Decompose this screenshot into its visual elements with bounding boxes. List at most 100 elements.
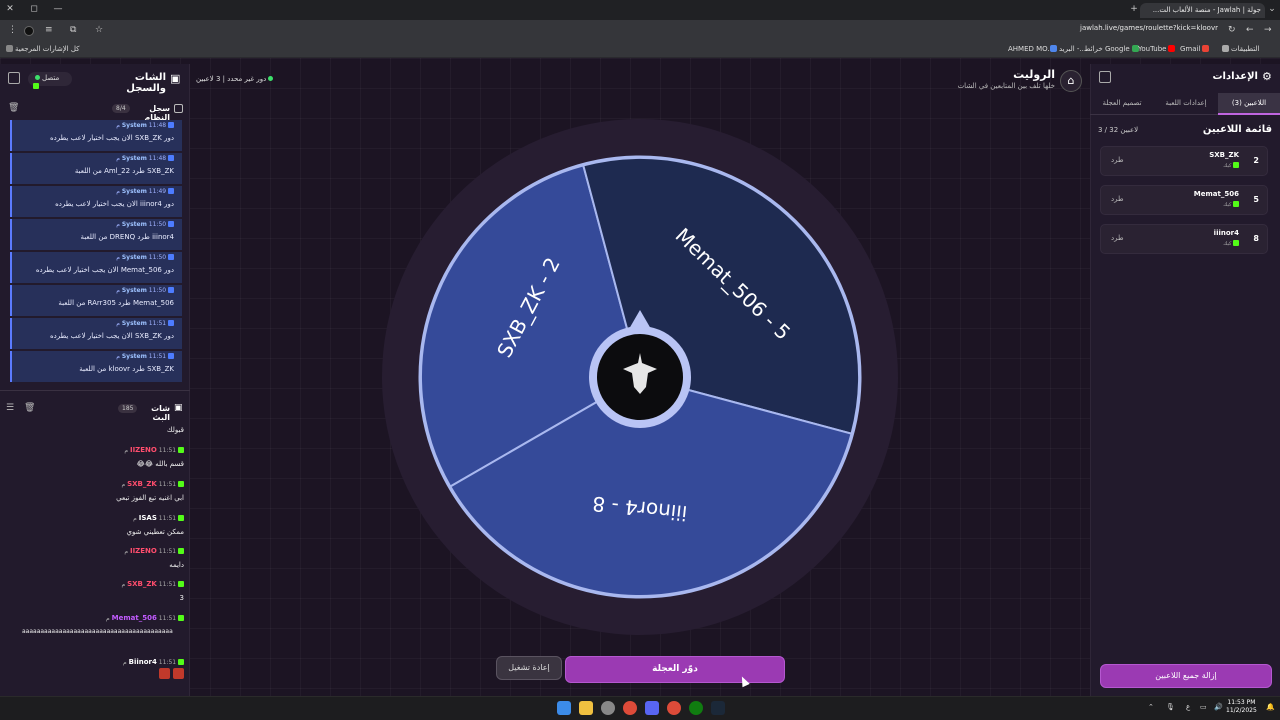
reset-button[interactable]: إعادة تشغيل	[496, 656, 562, 680]
players-status: 3 لاعبين	[196, 75, 221, 83]
minimize-window-icon[interactable]: —	[52, 4, 64, 14]
log-entry: System 11:50 م iiinor4 طرد DRENQ من اللعب…	[10, 219, 182, 250]
gmail-icon	[1202, 45, 1210, 52]
tab-search-icon[interactable]: ⌄	[1266, 4, 1278, 14]
bookmark-mail[interactable]: البريد -...	[1050, 45, 1086, 53]
clock[interactable]: 11:53 PM 11/2/2025	[1226, 699, 1257, 715]
game-subtitle: خلها تلف بين المتابعين في الشات	[957, 82, 1055, 90]
chat-message: SXB_ZK 11:51 م3	[121, 580, 184, 602]
bookmark-maps[interactable]: خرائط Google	[1084, 45, 1141, 53]
trash-log-icon[interactable]: 🗑	[8, 103, 19, 113]
media-icon[interactable]: ≡	[45, 25, 53, 35]
system-icon	[168, 122, 174, 128]
xbox-icon[interactable]	[689, 701, 703, 715]
system-log-count: 8/4	[112, 104, 130, 113]
trash-chat-icon[interactable]: 🗑	[24, 403, 35, 413]
bookmark-youtube[interactable]: YouTube	[1138, 45, 1177, 53]
spin-wheel-button[interactable]: دوّر العجلة	[565, 656, 785, 683]
kick-player-button[interactable]: طرد	[1111, 234, 1124, 242]
player-card: SXB_ZK كيك 2 طرد	[1100, 146, 1268, 176]
home-icon: ⌂	[1067, 74, 1075, 87]
file-explorer-icon[interactable]	[579, 701, 593, 715]
left-panel-title: الشات والسجل	[126, 72, 166, 94]
extensions-icon[interactable]: ⧉	[70, 25, 76, 35]
log-entry: System 11:49 م دور iiinor4 الان يجب اختيا…	[10, 186, 182, 217]
kick-icon	[1233, 240, 1239, 246]
tab-game-settings[interactable]: إعدادات اللعبة	[1154, 93, 1218, 115]
browser-tab[interactable]: جولة | Jawlah - منصة الألعاب الت...	[1140, 3, 1265, 18]
kick-icon	[178, 659, 184, 665]
chrome-icon[interactable]	[623, 701, 637, 715]
close-window-icon[interactable]: ✕	[4, 4, 16, 14]
system-icon	[168, 221, 174, 227]
chat-message: IIZENO 11:51 م قسم بالله 😂😂	[124, 446, 184, 468]
kick-icon	[178, 447, 184, 453]
reload-icon[interactable]: ↻	[1228, 25, 1236, 35]
player-name: iiinor4	[1213, 229, 1239, 237]
live-chat-list: قبولك IIZENO 11:51 م قسم بالله 😂😂 SXB_ZK …	[0, 420, 190, 690]
chrome-profile-icon[interactable]	[667, 701, 681, 715]
chat-message: Biinor4 11:51 م	[0, 658, 184, 681]
tab-wheel-design[interactable]: تصميم العجلة	[1090, 93, 1154, 115]
player-platform: كيك	[1223, 201, 1239, 208]
taskbar	[0, 696, 1280, 720]
system-icon	[168, 320, 174, 326]
chat-message: IIZENO 11:51 م دايمه	[124, 547, 184, 569]
player-platform: كيك	[1223, 240, 1239, 247]
address-bar[interactable]: jawlah.live/games/roulette?kick=kloovr	[1080, 24, 1218, 32]
back-icon[interactable]: →	[1264, 25, 1272, 35]
log-entry: System 11:50 م Memat_506 طرد RArr305 من ا…	[10, 285, 182, 316]
tray-chevron-icon[interactable]: ⌃	[1148, 703, 1154, 711]
filter-icon[interactable]: ☰	[6, 403, 14, 413]
emote-icon	[159, 668, 170, 679]
new-tab-icon[interactable]: +	[1128, 4, 1140, 14]
discord-icon[interactable]	[645, 701, 659, 715]
roulette-wheel[interactable]: SXB_ZK - 2 Memat_506 - 5iiinor4 - 8	[380, 117, 900, 637]
profile-avatar[interactable]	[24, 26, 34, 36]
forward-icon[interactable]: ←	[1246, 25, 1254, 35]
player-name: Memat_506	[1193, 190, 1239, 198]
restore-window-icon[interactable]: ◻	[28, 4, 40, 14]
collapse-settings-icon[interactable]	[1099, 71, 1111, 83]
player-number: 5	[1253, 195, 1259, 204]
game-status: دور غير محدد | 3 لاعبين	[196, 75, 275, 83]
log-entry: System 11:51 م SXB_ZK طرد kloovr من اللعب…	[10, 351, 182, 382]
tab-players[interactable]: اللاعبين (3)	[1218, 93, 1280, 115]
system-icon	[168, 254, 174, 260]
online-status-badge: متصل	[28, 72, 72, 89]
player-name: SXB_ZK	[1209, 151, 1239, 159]
lang-indicator[interactable]: ع	[1186, 703, 1190, 711]
bookmark-apps[interactable]: التطبيقات	[1222, 45, 1259, 53]
settings-app-icon[interactable]	[601, 701, 615, 715]
kick-icon	[178, 481, 184, 487]
log-entry: System 11:48 م SXB_ZK طرد Aml_22 من اللعب…	[10, 153, 182, 184]
collapse-panel-icon[interactable]	[8, 72, 20, 84]
log-icon	[174, 104, 183, 113]
kick-icon	[178, 548, 184, 554]
players-list-title: قائمة اللاعبين	[1202, 124, 1272, 135]
volume-icon[interactable]: 🔊	[1214, 703, 1223, 711]
steam-icon[interactable]	[711, 701, 725, 715]
kick-player-button[interactable]: طرد	[1111, 156, 1124, 164]
player-platform: كيك	[1223, 162, 1239, 169]
home-button[interactable]: ⌂	[1060, 70, 1082, 92]
chat-message: Memat_506 11:51 م aaaaaaaaaaaaaaaaaaaaaaa…	[0, 614, 184, 635]
kick-icon	[1233, 201, 1239, 207]
gear-icon: ⚙	[1262, 70, 1272, 83]
browser-tabstrip	[0, 0, 1280, 20]
clear-all-players-button[interactable]: إزالة جميع اللاعبين	[1100, 664, 1272, 688]
system-icon	[168, 155, 174, 161]
bookmark-gmail[interactable]: Gmail	[1180, 45, 1211, 53]
emote-icon	[173, 668, 184, 679]
browser-menu-icon[interactable]: ⋮	[8, 25, 17, 35]
system-icon	[168, 353, 174, 359]
bookmark-all[interactable]: كل الإشارات المرجعية	[6, 45, 80, 53]
mic-icon[interactable]: 🎙	[1166, 703, 1175, 711]
bookmark-ahmed[interactable]: AHMED MO...	[1008, 45, 1054, 53]
start-icon[interactable]	[557, 701, 571, 715]
log-entry: System 11:48 م دور SXB_ZK الان يجب اختيار…	[10, 120, 182, 151]
network-icon[interactable]: ▭	[1200, 703, 1207, 711]
notifications-icon[interactable]: 🔔	[1266, 703, 1275, 711]
bookmark-star-icon[interactable]: ☆	[95, 25, 103, 35]
kick-player-button[interactable]: طرد	[1111, 195, 1124, 203]
